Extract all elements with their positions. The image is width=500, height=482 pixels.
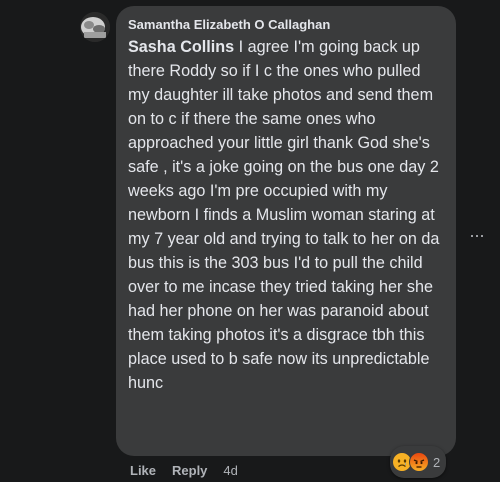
angry-reaction-icon [409, 452, 429, 472]
mention-link[interactable]: Sasha Collins [128, 38, 234, 56]
more-horizontal-icon: ... [469, 221, 485, 241]
timestamp[interactable]: 4d [223, 463, 237, 478]
comment: Samantha Elizabeth O Callaghan Sasha Col… [0, 0, 500, 482]
reply-button[interactable]: Reply [172, 463, 207, 478]
comment-body: Sasha Collins I agree I'm going back up … [128, 35, 444, 395]
avatar[interactable] [80, 12, 110, 42]
reactions-summary[interactable]: 2 [390, 446, 447, 478]
like-button[interactable]: Like [130, 463, 156, 478]
profile-photo-icon [80, 12, 110, 42]
more-options-button[interactable]: ... [466, 222, 488, 244]
comment-bubble: Samantha Elizabeth O Callaghan Sasha Col… [116, 6, 456, 456]
comment-text: I agree I'm going back up there Roddy so… [128, 38, 440, 392]
reaction-count: 2 [433, 454, 441, 470]
comment-author[interactable]: Samantha Elizabeth O Callaghan [128, 16, 444, 34]
comment-actions: Like Reply 4d [130, 460, 238, 480]
